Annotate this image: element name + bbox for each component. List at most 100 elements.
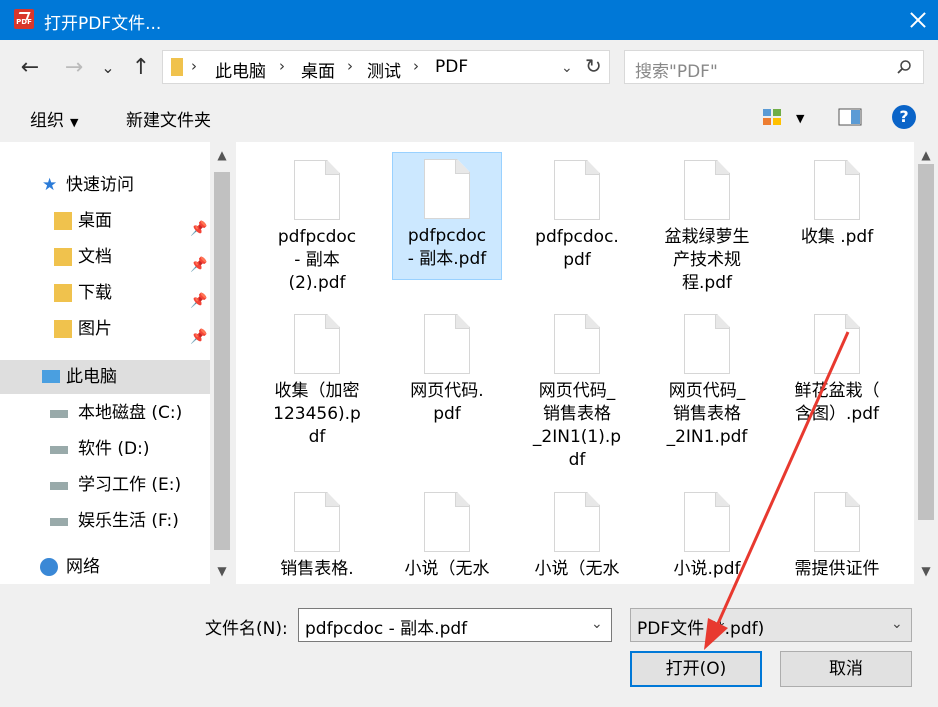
- sidebar-item-desktop[interactable]: 桌面 📌: [0, 204, 210, 238]
- file-name-line: df: [568, 450, 586, 470]
- chevron-right-icon: ›: [347, 57, 353, 75]
- file-item[interactable]: pdfpcdoc - 副本 (2).pdf: [262, 154, 372, 295]
- file-item[interactable]: 小说（无水: [522, 486, 632, 581]
- pdf-file-icon: [684, 492, 730, 552]
- pdf-file-icon: [554, 160, 600, 220]
- breadcrumb-test[interactable]: 测试: [367, 57, 401, 82]
- network-icon: [40, 558, 58, 576]
- filename-input[interactable]: pdfpcdoc - 副本.pdf ⌄: [298, 608, 612, 642]
- refresh-button[interactable]: ↻: [585, 54, 602, 78]
- file-name-line: pdfpcdoc: [277, 227, 357, 247]
- desktop-folder-icon: [54, 212, 72, 230]
- scroll-down-icon[interactable]: ▼: [216, 564, 228, 578]
- organize-menu[interactable]: 组织 ▼: [30, 106, 78, 131]
- sidebar-item-quick-access[interactable]: ★ 快速访问: [0, 168, 210, 202]
- address-bar[interactable]: › 此电脑 › 桌面 › 测试 › PDF ⌄ ↻: [162, 50, 610, 84]
- file-item[interactable]: 网页代码. pdf: [392, 308, 502, 426]
- scroll-thumb[interactable]: [918, 164, 934, 520]
- new-folder-button[interactable]: 新建文件夹: [126, 106, 211, 131]
- sidebar-item-drive-d[interactable]: 软件 (D:): [0, 432, 210, 466]
- breadcrumb-desktop[interactable]: 桌面: [301, 57, 335, 82]
- search-icon[interactable]: [897, 60, 911, 74]
- file-list-scrollbar[interactable]: ▲ ▼: [914, 142, 938, 584]
- sidebar-item-this-pc[interactable]: 此电脑: [0, 360, 210, 394]
- recent-locations-button[interactable]: ⌄: [98, 54, 118, 82]
- close-button[interactable]: [898, 0, 938, 40]
- sidebar-item-drive-e[interactable]: 学习工作 (E:): [0, 468, 210, 502]
- back-button[interactable]: ←: [16, 54, 44, 82]
- help-icon[interactable]: ?: [892, 105, 916, 129]
- forward-button[interactable]: →: [60, 54, 88, 82]
- file-name-line: 网页代码_: [668, 381, 746, 401]
- view-options-icon[interactable]: [762, 108, 782, 126]
- file-name-line: - 副本.pdf: [407, 249, 487, 269]
- scroll-down-icon[interactable]: ▼: [920, 564, 932, 578]
- sidebar-item-pictures[interactable]: 图片 📌: [0, 312, 210, 346]
- file-name-line: _2IN1(1).p: [532, 427, 622, 447]
- file-item[interactable]: 网页代码_ 销售表格 _2IN1(1).p df: [522, 308, 632, 472]
- sidebar-item-label: 娱乐生活 (F:): [78, 511, 179, 531]
- filename-value[interactable]: pdfpcdoc - 副本.pdf: [305, 614, 467, 639]
- file-item[interactable]: 收集（加密 123456).p df: [262, 308, 372, 449]
- view-dropdown-icon[interactable]: ▼: [796, 112, 804, 125]
- pdf-file-icon: [554, 314, 600, 374]
- file-item[interactable]: 鲜花盆栽（ 含图）.pdf: [782, 308, 892, 426]
- pin-icon: 📌: [190, 329, 208, 345]
- documents-folder-icon: [54, 248, 72, 266]
- file-item-selected[interactable]: pdfpcdoc - 副本.pdf: [392, 152, 502, 280]
- computer-icon: [42, 370, 60, 383]
- breadcrumb-pdf[interactable]: PDF: [435, 57, 468, 77]
- file-item[interactable]: 小说（无水: [392, 486, 502, 581]
- chevron-down-icon: ⌄: [891, 616, 903, 632]
- pdf-file-icon: [814, 160, 860, 220]
- scroll-up-icon[interactable]: ▲: [920, 148, 932, 162]
- sidebar-item-label: 学习工作 (E:): [78, 475, 182, 495]
- file-item[interactable]: pdfpcdoc. pdf: [522, 154, 632, 272]
- drive-icon: [50, 410, 68, 418]
- downloads-folder-icon: [54, 284, 72, 302]
- file-list: pdfpcdoc - 副本 (2).pdf pdfpcdoc - 副本.pdf pdf…: [236, 142, 914, 584]
- scroll-thumb[interactable]: [214, 172, 230, 550]
- file-item[interactable]: 销售表格.: [262, 486, 372, 581]
- pdf-file-icon: [814, 314, 860, 374]
- sidebar-item-downloads[interactable]: 下载 📌: [0, 276, 210, 310]
- file-item[interactable]: 网页代码_ 销售表格 _2IN1.pdf: [652, 308, 762, 449]
- cancel-button[interactable]: 取消: [780, 651, 912, 687]
- sidebar-item-documents[interactable]: 文档 📌: [0, 240, 210, 274]
- pdf-file-icon: [294, 314, 340, 374]
- chevron-down-icon[interactable]: ⌄: [591, 616, 603, 632]
- file-item[interactable]: 需提供证件: [782, 486, 892, 581]
- drive-icon: [50, 446, 68, 454]
- file-name-line: 鲜花盆栽（: [794, 381, 880, 401]
- drive-icon: [50, 518, 68, 526]
- sidebar-item-label: 文档: [78, 247, 112, 267]
- file-name-line: 销售表格: [543, 404, 611, 424]
- file-item[interactable]: 收集 .pdf: [782, 154, 892, 249]
- pdf-file-icon: [294, 492, 340, 552]
- file-type-select[interactable]: PDF文件 (*.pdf) ⌄: [630, 608, 912, 642]
- folder-icon: [171, 58, 183, 76]
- open-button[interactable]: 打开(O): [630, 651, 762, 687]
- up-folder-button[interactable]: ↑: [128, 54, 154, 82]
- search-input[interactable]: 搜索"PDF": [635, 57, 718, 82]
- sidebar-item-network[interactable]: 网络: [0, 550, 210, 584]
- search-box[interactable]: 搜索"PDF": [624, 50, 924, 84]
- chevron-right-icon: ›: [279, 57, 285, 75]
- file-name-line: 123456).p: [273, 404, 361, 424]
- file-name-line: - 副本: [294, 250, 340, 270]
- preview-pane-icon[interactable]: [838, 108, 862, 126]
- file-name-line: 产技术规: [673, 250, 741, 270]
- pdf-file-icon: [684, 160, 730, 220]
- chevron-right-icon: ›: [191, 57, 197, 75]
- file-name-line: 收集（加密: [274, 381, 360, 401]
- sidebar-item-drive-f[interactable]: 娱乐生活 (F:): [0, 504, 210, 538]
- sidebar-scrollbar[interactable]: ▲ ▼: [210, 142, 234, 584]
- file-item[interactable]: 盆栽绿萝生 产技术规 程.pdf: [652, 154, 762, 295]
- scroll-up-icon[interactable]: ▲: [216, 148, 228, 162]
- file-item[interactable]: 小说.pdf: [652, 486, 762, 581]
- star-icon: ★: [42, 175, 58, 195]
- chevron-down-icon[interactable]: ⌄: [561, 60, 573, 76]
- sidebar-item-drive-c[interactable]: 本地磁盘 (C:): [0, 396, 210, 430]
- file-name-line: 盆栽绿萝生: [664, 227, 750, 247]
- breadcrumb-this-pc[interactable]: 此电脑: [215, 57, 266, 82]
